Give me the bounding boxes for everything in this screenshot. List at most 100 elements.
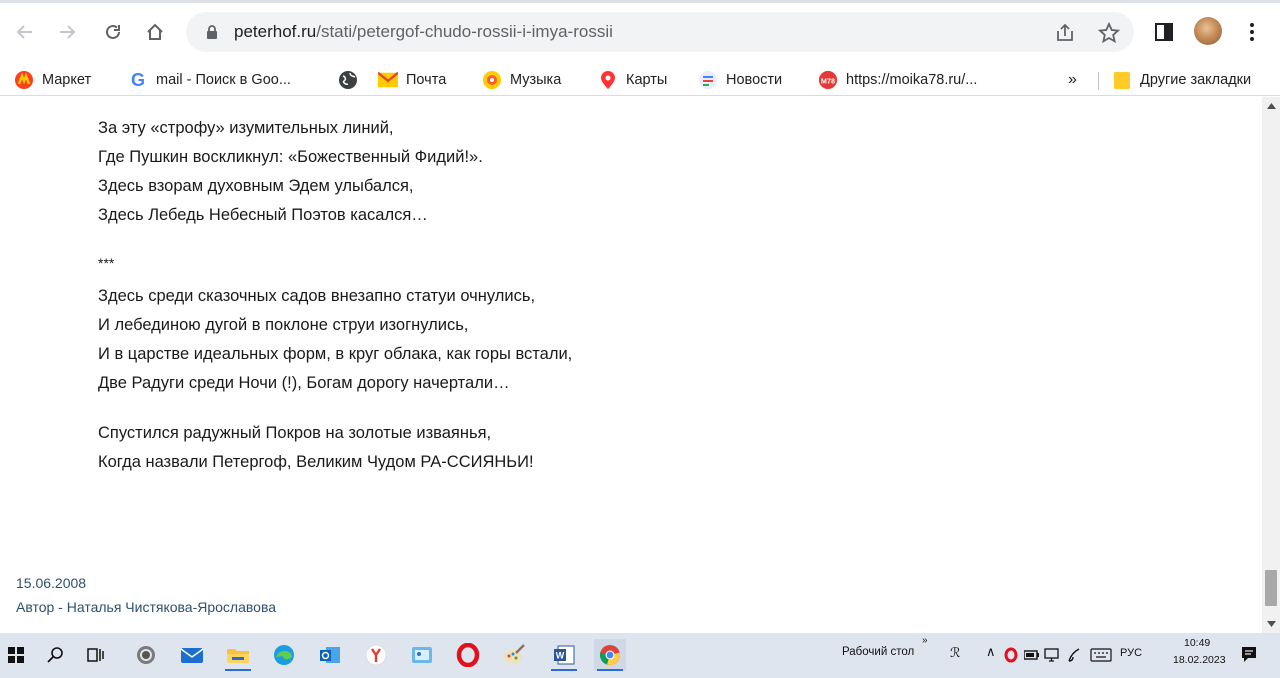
news-icon	[698, 70, 718, 90]
ring-app-icon	[137, 646, 155, 664]
folder-icon	[227, 649, 249, 663]
network-icon[interactable]	[1044, 647, 1060, 663]
active-indicator	[225, 669, 251, 671]
active-indicator	[551, 669, 577, 671]
bookmark-market[interactable]: Маркет	[14, 64, 91, 96]
edge-icon	[274, 645, 294, 665]
taskbar-app-edge[interactable]	[268, 639, 300, 671]
star-bookmark-icon[interactable]	[1098, 22, 1120, 44]
paint-icon	[504, 644, 525, 664]
profile-avatar[interactable]	[1194, 17, 1222, 45]
svg-text:M78: M78	[821, 77, 835, 86]
globe-icon	[338, 70, 358, 90]
poem-line: Где Пушкин воскликнул: «Божественный Фид…	[98, 148, 483, 166]
taskbar-app-outlook[interactable]	[314, 639, 346, 671]
start-button[interactable]	[0, 639, 32, 671]
poem-line: Здесь взорам духовным Эдем улыбался,	[98, 177, 414, 195]
taskbar-app-word[interactable]: W	[548, 639, 580, 671]
bookmark-news[interactable]: Новости	[698, 64, 782, 96]
clock-date[interactable]: 18.02.2023	[1173, 654, 1226, 666]
opera-icon	[456, 643, 480, 667]
keyboard-icon[interactable]	[1090, 648, 1112, 662]
poem-stanza-2: Здесь среди сказочных садов внезапно ста…	[98, 282, 572, 398]
outlook-icon	[320, 647, 340, 663]
desktop-toolbar-label[interactable]: Рабочий стол	[842, 646, 914, 658]
url-domain: peterhof.ru	[234, 22, 317, 41]
article-author: Автор - Наталья Чистякова-Ярославова	[16, 599, 277, 615]
yandex-market-icon	[14, 70, 34, 90]
language-indicator[interactable]: РУС	[1120, 647, 1142, 659]
search-icon	[47, 647, 63, 663]
poem-stanza-1: За эту «строфу» изумительных линий, Где …	[98, 114, 483, 230]
arrow-right-icon	[60, 25, 76, 39]
bookmarks-overflow-button[interactable]: »	[1068, 64, 1077, 96]
battery-icon[interactable]	[1024, 648, 1040, 662]
task-view-button[interactable]	[80, 639, 112, 671]
bookmarks-separator	[1098, 72, 1099, 90]
url-path: /stati/petergof-chudo-rossii-i-imya-ross…	[316, 22, 613, 41]
yandex-browser-icon	[365, 644, 387, 666]
windows-taskbar: W Рабочий стол » ℛ ∧ РУС 10:49 18.02.202…	[0, 633, 1280, 678]
task-view-icon	[87, 648, 104, 662]
photo-viewer-icon	[412, 647, 432, 663]
toolbar-expand-icon[interactable]: »	[922, 635, 928, 646]
poem-line: Здесь среди сказочных садов внезапно ста…	[98, 287, 536, 305]
browser-toolbar: peterhof.ru/stati/petergof-chudo-rossii-…	[0, 0, 1280, 64]
scroll-down-button[interactable]	[1262, 615, 1280, 633]
folder-icon	[1112, 70, 1132, 90]
bookmark-moika78[interactable]: M78 https://moika78.ru/...	[818, 64, 977, 96]
share-icon[interactable]	[1054, 22, 1076, 44]
taskbar-app-opera[interactable]	[452, 639, 484, 671]
bookmark-mail[interactable]: Почта	[378, 64, 446, 96]
home-button[interactable]	[140, 17, 170, 47]
word-icon: W	[554, 645, 575, 665]
clock-time[interactable]: 10:49	[1184, 637, 1210, 649]
article-date: 15.06.2008	[16, 575, 87, 591]
forward-button[interactable]	[52, 17, 82, 47]
address-bar[interactable]: peterhof.ru/stati/petergof-chudo-rossii-…	[186, 12, 1134, 52]
page-scrollbar[interactable]	[1262, 97, 1280, 633]
bookmark-globe[interactable]	[338, 64, 366, 96]
pen-icon[interactable]	[1066, 646, 1082, 664]
m78-icon: M78	[818, 70, 838, 90]
google-icon: G	[130, 69, 145, 90]
browser-menu-button[interactable]	[1240, 20, 1264, 44]
opera-tray-icon[interactable]	[1004, 647, 1018, 663]
scroll-up-button[interactable]	[1262, 97, 1280, 115]
page-content: За эту «строфу» изумительных линий, Где …	[0, 97, 1262, 633]
stanza-separator: ***	[98, 255, 115, 271]
taskbar-search-button[interactable]	[40, 639, 72, 671]
home-icon	[147, 23, 163, 40]
side-panel-button[interactable]	[1152, 20, 1176, 44]
bookmarks-bar: Маркет G mail - Поиск в Goo... Почта Муз…	[0, 64, 1280, 96]
active-indicator	[597, 669, 623, 671]
svg-text:W: W	[556, 651, 565, 661]
taskbar-app-mail[interactable]	[176, 639, 208, 671]
chevron-up-icon[interactable]: ∧	[986, 644, 996, 660]
bookmark-google-search[interactable]: G mail - Поиск в Goo...	[128, 64, 291, 96]
scroll-thumb[interactable]	[1265, 570, 1277, 606]
poem-line: И в царстве идеальных форм, в круг облак…	[98, 345, 573, 363]
back-button[interactable]	[10, 17, 40, 47]
maps-pin-icon	[598, 70, 618, 90]
url-text[interactable]: peterhof.ru/stati/petergof-chudo-rossii-…	[234, 22, 613, 42]
taskbar-app-chrome[interactable]	[594, 639, 626, 671]
taskbar-app-photos[interactable]	[406, 639, 438, 671]
kebab-menu-icon	[1250, 23, 1254, 41]
bookmark-maps[interactable]: Карты	[598, 64, 667, 96]
taskbar-app-paint[interactable]	[498, 639, 530, 671]
bookmark-music[interactable]: Музыка	[482, 64, 561, 96]
bookmark-other-folder[interactable]: Другие закладки	[1112, 64, 1251, 96]
taskbar-app-cortana[interactable]	[130, 639, 162, 671]
poem-line: И лебединою дугой в поклоне струи изогну…	[98, 316, 469, 334]
poem-line: За эту «строфу» изумительных линий,	[98, 119, 394, 137]
windows-logo-icon	[8, 647, 24, 663]
notifications-icon[interactable]	[1240, 645, 1258, 663]
reload-button[interactable]	[98, 17, 128, 47]
music-icon	[482, 70, 502, 90]
taskbar-app-explorer[interactable]	[222, 639, 254, 671]
people-icon[interactable]: ℛ	[950, 645, 960, 661]
mail-app-icon	[180, 648, 204, 663]
poem-stanza-3: Спустился радужный Покров на золотые изв…	[98, 419, 534, 477]
taskbar-app-yandex[interactable]	[360, 639, 392, 671]
